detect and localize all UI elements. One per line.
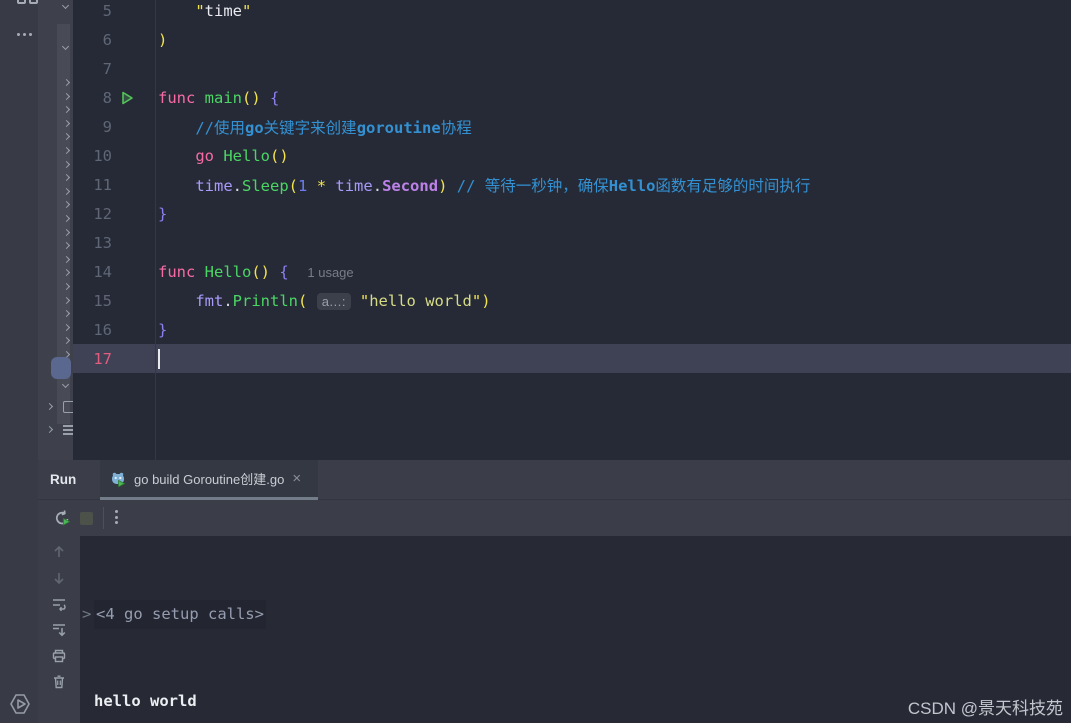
line-number: 16 <box>93 320 112 339</box>
run-tool-window: Run go build Goroutine创建.go × > <4 go se… <box>38 460 1071 723</box>
chevron-right-icon[interactable] <box>45 425 54 434</box>
project-panel-strip[interactable] <box>38 0 73 460</box>
line-number: 15 <box>93 291 112 310</box>
fold-chevron-icon <box>61 1 70 10</box>
project-scrollbar-thumb[interactable] <box>51 357 71 379</box>
console-output[interactable]: > <4 go setup calls> hello world Process… <box>80 536 1071 723</box>
text-caret <box>158 348 160 369</box>
run-toolbar <box>38 501 1071 536</box>
editor-line[interactable]: 7 <box>73 54 1071 83</box>
up-icon[interactable] <box>51 544 67 560</box>
line-number: 11 <box>93 175 112 194</box>
scroll-to-end-icon[interactable] <box>51 622 67 638</box>
print-icon[interactable] <box>51 648 67 664</box>
console-fold-row[interactable]: > <4 go setup calls> <box>80 600 1071 629</box>
gopher-run-icon <box>110 471 126 487</box>
line-number: 5 <box>102 1 112 20</box>
gutter-separator <box>155 0 156 460</box>
line-number: 14 <box>93 262 112 281</box>
line-number: 8 <box>102 88 112 107</box>
line-number: 12 <box>93 204 112 223</box>
code-text: //使用go关键字来创建goroutine协程 <box>195 118 472 137</box>
code-text: go Hello() <box>195 146 289 165</box>
more-options-icon[interactable] <box>115 510 118 524</box>
editor-line[interactable]: 6) <box>73 25 1071 54</box>
editor-line[interactable]: 16} <box>73 315 1071 344</box>
down-icon[interactable] <box>51 570 67 586</box>
code-text <box>158 348 1071 369</box>
editor-line[interactable]: 9 //使用go关键字来创建goroutine协程 <box>73 112 1071 141</box>
more-icon[interactable] <box>17 33 32 36</box>
folder-icon <box>63 401 73 413</box>
editor-line[interactable]: 14 func Hello() { 1 usage <box>73 257 1071 286</box>
expand-icon[interactable]: > <box>82 600 94 629</box>
line-number: 10 <box>93 146 112 165</box>
editor-line[interactable]: 8 func main() { <box>73 83 1071 112</box>
code-text: func main() { <box>158 88 280 107</box>
code-text: } <box>158 320 168 339</box>
line-number: 6 <box>102 30 112 49</box>
editor-line[interactable]: 13 <box>73 228 1071 257</box>
rerun-icon[interactable] <box>53 509 73 529</box>
watermark: CSDN @景天科技苑 <box>907 699 1063 718</box>
close-icon[interactable]: × <box>292 471 301 486</box>
editor-line[interactable]: 11 time.Sleep(1 * time.Second) // 等待一秒钟，… <box>73 170 1071 199</box>
run-tab-label: go build Goroutine创建.go <box>134 472 285 487</box>
code-editor[interactable]: 5 "time" 6) 7 8 func main() {9 //使用go关键字来创建g… <box>73 0 1071 460</box>
grid-icon[interactable] <box>17 0 38 4</box>
activity-bar <box>0 0 38 723</box>
clear-icon[interactable] <box>51 674 67 690</box>
run-tab[interactable]: go build Goroutine创建.go × <box>100 460 318 500</box>
chevron-right-icon[interactable] <box>45 402 54 411</box>
code-text: } <box>158 204 168 223</box>
stop-icon[interactable] <box>80 512 93 525</box>
editor-line[interactable]: 10 go Hello() <box>73 141 1071 170</box>
soft-wrap-icon[interactable] <box>51 596 67 612</box>
tree-item[interactable] <box>38 399 73 415</box>
code-text: ) <box>158 30 168 49</box>
line-number: 13 <box>93 233 112 252</box>
code-text: func Hello() { 1 usage <box>158 262 354 281</box>
run-panel-title: Run <box>50 472 77 487</box>
console-icon-bar <box>38 536 80 723</box>
editor-line[interactable]: 15 fmt.Println( a…: "hello world") <box>73 286 1071 315</box>
code-text: "time" <box>195 1 252 20</box>
line-number: 7 <box>102 59 112 78</box>
line-number: 17 <box>93 349 112 368</box>
code-text: time.Sleep(1 * time.Second) // 等待一秒钟，确保H… <box>195 176 811 195</box>
run-header: Run go build Goroutine创建.go × <box>38 460 1071 500</box>
editor-line[interactable]: 17 <box>73 344 1071 373</box>
folded-output[interactable]: <4 go setup calls> <box>94 600 266 629</box>
toolbar-separator <box>103 507 104 529</box>
code-text: fmt.Println( a…: "hello world") <box>195 291 491 310</box>
goland-window: 5 "time" 6) 7 8 func main() {9 //使用go关键字来创建g… <box>0 0 1071 723</box>
line-number: 9 <box>102 117 112 136</box>
editor-line[interactable]: 5 "time" <box>73 0 1071 25</box>
list-icon <box>63 425 73 437</box>
run-window-icon[interactable] <box>8 692 32 716</box>
run-gutter-icon[interactable] <box>112 91 158 105</box>
editor-rows: 5 "time" 6) 7 8 func main() {9 //使用go关键字来创建g… <box>73 0 1071 373</box>
tree-item[interactable] <box>38 422 73 438</box>
editor-line[interactable]: 12} <box>73 199 1071 228</box>
